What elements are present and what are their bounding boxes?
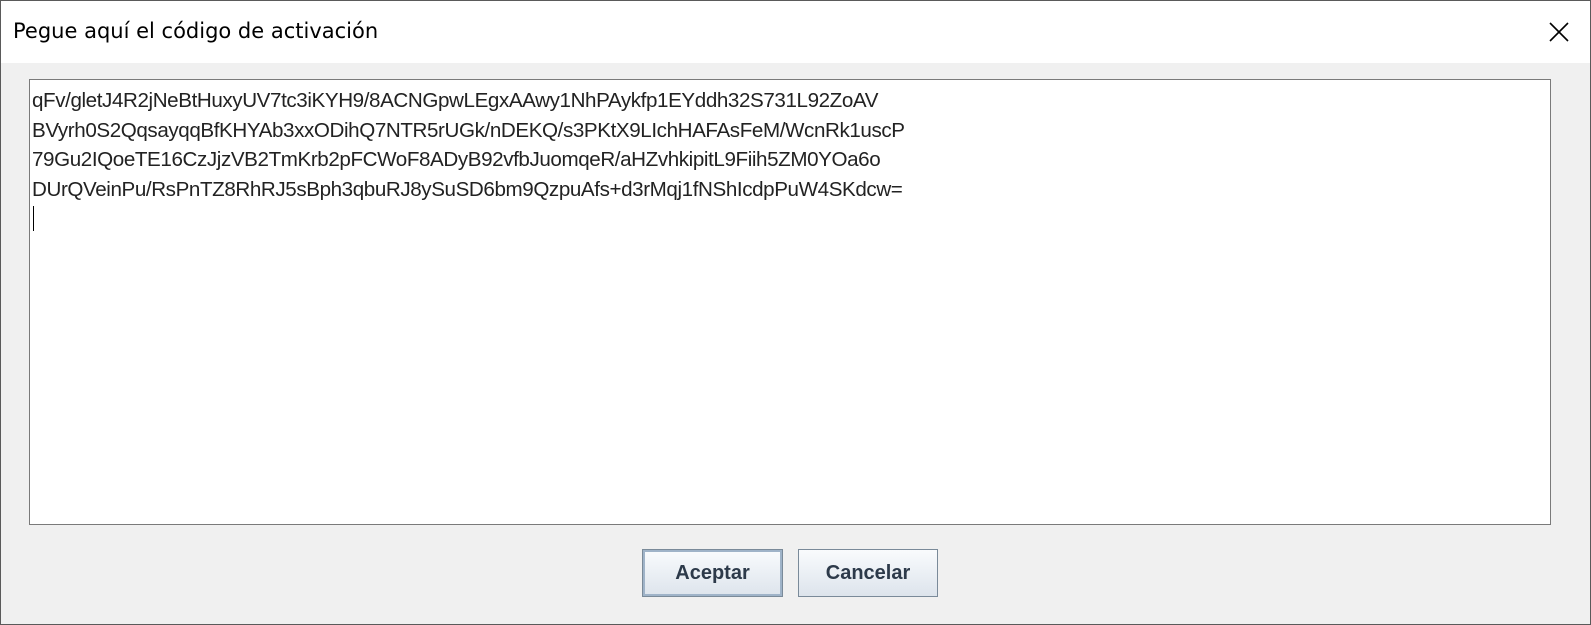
code-line-4: DUrQVeinPu/RsPnTZ8RhRJ5sBph3qbuRJ8ySuSD6… [32, 177, 903, 201]
activation-dialog: Pegue aquí el código de activación qFv/g… [0, 0, 1591, 625]
cancel-button[interactable]: Cancelar [798, 549, 938, 597]
dialog-content: qFv/gletJ4R2jNeBtHuxyUV7tc3iKYH9/8ACNGpw… [1, 63, 1590, 624]
dialog-title: Pegue aquí el código de activación [13, 19, 379, 43]
code-line-3: 79Gu2IQoeTE16CzJjzVB2TmKrb2pFCWoF8ADyB92… [32, 148, 881, 171]
close-icon [1549, 22, 1569, 42]
code-line-2: BVyrh0S2QqsayqqBfKHYAb3xxODihQ7NTR5rUGk/… [32, 118, 905, 142]
activation-code-textarea[interactable]: qFv/gletJ4R2jNeBtHuxyUV7tc3iKYH9/8ACNGpw… [29, 79, 1551, 525]
accept-button[interactable]: Aceptar [642, 549, 783, 597]
title-bar: Pegue aquí el código de activación [1, 1, 1590, 63]
close-button[interactable] [1528, 1, 1590, 63]
text-caret [33, 206, 34, 231]
code-line-1: qFv/gletJ4R2jNeBtHuxyUV7tc3iKYH9/8ACNGpw… [32, 89, 879, 112]
